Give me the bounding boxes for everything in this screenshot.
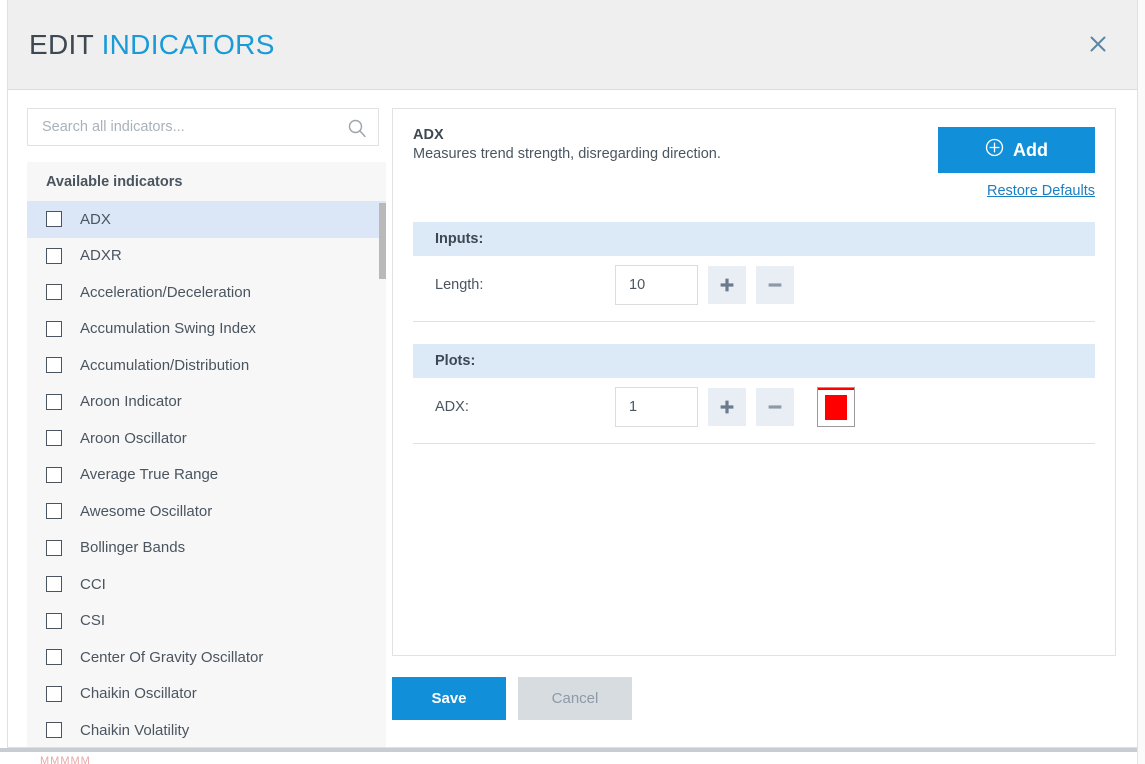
cancel-button[interactable]: Cancel xyxy=(518,677,632,720)
dialog-header: EDIT INDICATORS xyxy=(8,0,1137,90)
indicator-label: Average True Range xyxy=(80,466,218,483)
background-left-strip xyxy=(0,0,7,764)
parameter-row: ADX: xyxy=(413,378,1095,436)
parameter-label: Length: xyxy=(435,277,615,293)
indicator-label: CCI xyxy=(80,576,106,593)
indicator-label: CSI xyxy=(80,612,105,629)
background-gray-band xyxy=(0,748,1145,752)
list-item[interactable]: ADX xyxy=(27,201,386,238)
indicator-checkbox[interactable] xyxy=(46,430,62,446)
list-item[interactable]: Chaikin Volatility xyxy=(27,712,386,747)
minus-icon[interactable] xyxy=(756,388,794,426)
list-item[interactable]: Aroon Indicator xyxy=(27,384,386,421)
search-input[interactable] xyxy=(28,109,378,145)
indicator-description: Measures trend strength, disregarding di… xyxy=(413,146,721,162)
list-item[interactable]: Center Of Gravity Oscillator xyxy=(27,639,386,676)
indicator-detail-header: ADX Measures trend strength, disregardin… xyxy=(413,127,1095,200)
indicator-checkbox[interactable] xyxy=(46,722,62,738)
plus-icon[interactable] xyxy=(708,266,746,304)
save-button[interactable]: Save xyxy=(392,677,506,720)
list-item[interactable]: CCI xyxy=(27,566,386,603)
indicator-list: ADX ADXR Acceleration/Deceleration Accumula… xyxy=(27,201,386,747)
list-scrollbar-thumb[interactable] xyxy=(379,203,386,279)
list-item[interactable]: Aroon Oscillator xyxy=(27,420,386,457)
parameter-input[interactable] xyxy=(615,265,698,305)
dialog-footer: Save Cancel xyxy=(392,656,1116,720)
indicator-checkbox[interactable] xyxy=(46,394,62,410)
indicator-label: Accumulation/Distribution xyxy=(80,357,249,374)
indicator-checkbox[interactable] xyxy=(46,613,62,629)
indicator-checkbox[interactable] xyxy=(46,467,62,483)
indicator-detail-actions: Add Restore Defaults xyxy=(938,127,1095,200)
indicator-checkbox[interactable] xyxy=(46,540,62,556)
indicator-label: Awesome Oscillator xyxy=(80,503,212,520)
background-red-text: MMMMM xyxy=(40,755,91,764)
plot-color-fill xyxy=(825,395,847,420)
list-item[interactable]: Average True Range xyxy=(27,457,386,494)
indicator-label: Acceleration/Deceleration xyxy=(80,284,251,301)
dialog-title-primary: EDIT xyxy=(29,29,93,60)
list-item[interactable]: ADXR xyxy=(27,238,386,275)
list-scrollbar[interactable] xyxy=(379,162,386,747)
indicator-label: Center Of Gravity Oscillator xyxy=(80,649,263,666)
indicator-label: ADXR xyxy=(80,247,122,264)
indicator-checkbox[interactable] xyxy=(46,503,62,519)
indicator-label: Aroon Oscillator xyxy=(80,430,187,447)
list-item[interactable]: CSI xyxy=(27,603,386,640)
list-item[interactable]: Awesome Oscillator xyxy=(27,493,386,530)
indicator-checkbox[interactable] xyxy=(46,649,62,665)
background-right-column xyxy=(1137,0,1145,764)
plus-icon[interactable] xyxy=(708,388,746,426)
page-title: EDIT INDICATORS xyxy=(29,29,275,61)
indicator-label: Accumulation Swing Index xyxy=(80,320,256,337)
indicator-label: Chaikin Oscillator xyxy=(80,685,197,702)
parameter-row: Length: xyxy=(413,256,1095,314)
row-divider xyxy=(413,321,1095,322)
add-button-label: Add xyxy=(1013,140,1048,161)
list-item[interactable]: Bollinger Bands xyxy=(27,530,386,567)
indicator-checkbox[interactable] xyxy=(46,686,62,702)
list-item[interactable]: Acceleration/Deceleration xyxy=(27,274,386,311)
section-header: Plots: xyxy=(413,344,1095,378)
list-item[interactable]: Accumulation/Distribution xyxy=(27,347,386,384)
available-indicators-panel: Available indicators ADX ADXR Acceleration… xyxy=(27,162,386,747)
indicator-checkbox[interactable] xyxy=(46,248,62,264)
parameter-label: ADX: xyxy=(435,399,615,415)
indicator-checkbox[interactable] xyxy=(46,576,62,592)
dialog-body: Available indicators ADX ADXR Acceleration… xyxy=(8,90,1137,747)
add-button[interactable]: Add xyxy=(938,127,1095,173)
indicator-label: Chaikin Volatility xyxy=(80,722,189,739)
indicator-detail-panel: ADX Measures trend strength, disregardin… xyxy=(392,108,1116,656)
dialog-title-accent: INDICATORS xyxy=(102,29,275,60)
row-divider xyxy=(413,443,1095,444)
minus-icon[interactable] xyxy=(756,266,794,304)
indicator-label: Aroon Indicator xyxy=(80,393,182,410)
list-item[interactable]: Chaikin Oscillator xyxy=(27,676,386,713)
indicator-checkbox[interactable] xyxy=(46,357,62,373)
indicator-checkbox[interactable] xyxy=(46,284,62,300)
indicator-parameter-sections: Inputs: Length: Plots: ADX: xyxy=(413,222,1095,444)
circle-plus-icon xyxy=(985,138,1004,162)
available-indicators-header: Available indicators xyxy=(27,162,386,201)
close-icon[interactable] xyxy=(1083,29,1113,59)
indicator-checkbox[interactable] xyxy=(46,211,62,227)
indicator-browser: Available indicators ADXADXRAcceleration… xyxy=(8,90,380,747)
indicator-checkbox[interactable] xyxy=(46,321,62,337)
plot-color-swatch[interactable] xyxy=(817,387,855,427)
indicator-label: ADX xyxy=(80,211,111,228)
list-item[interactable]: Accumulation Swing Index xyxy=(27,311,386,348)
section-header: Inputs: xyxy=(413,222,1095,256)
indicator-label: Bollinger Bands xyxy=(80,539,185,556)
search-field-wrapper xyxy=(27,108,379,146)
parameter-input[interactable] xyxy=(615,387,698,427)
edit-indicators-dialog: EDIT INDICATORS Available indica xyxy=(7,0,1138,748)
indicator-detail-text: ADX Measures trend strength, disregardin… xyxy=(413,127,721,162)
indicator-detail-column: ADX Measures trend strength, disregardin… xyxy=(380,90,1137,747)
restore-defaults-link[interactable]: Restore Defaults xyxy=(987,183,1095,199)
indicator-name: ADX xyxy=(413,127,721,143)
